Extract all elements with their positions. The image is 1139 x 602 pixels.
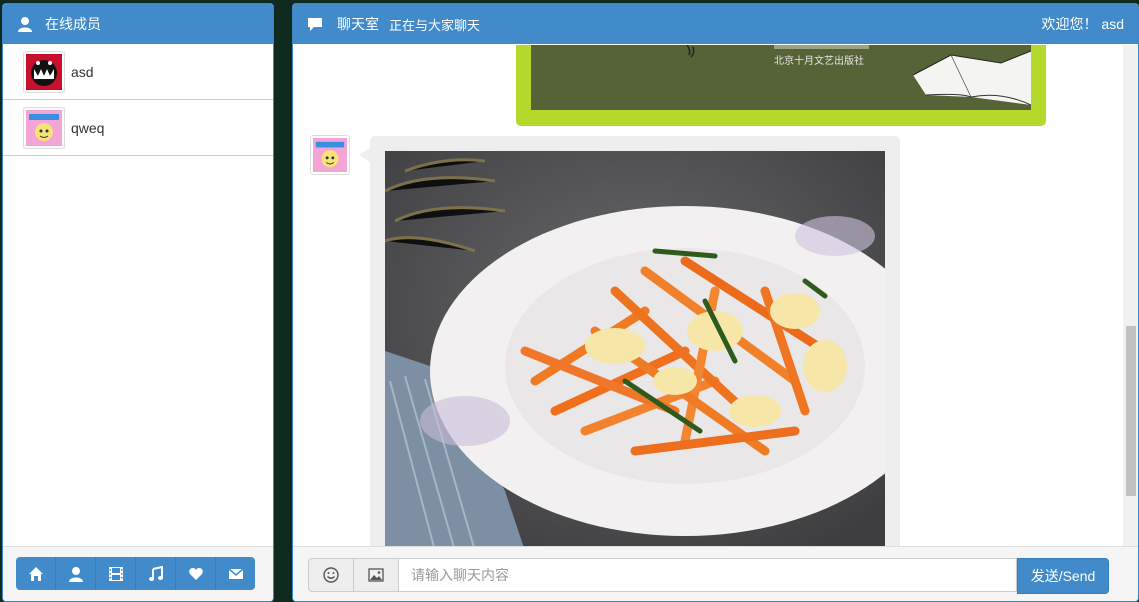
chat-title: 聊天室 [337, 16, 379, 32]
online-members-panel: 在线成员 asd qweq [2, 3, 274, 602]
smile-icon [323, 567, 339, 583]
home-button[interactable] [16, 557, 56, 590]
chat-panel-header: 聊天室 正在与大家聊天 欢迎您！ asd [293, 4, 1138, 44]
heart-icon [188, 567, 203, 580]
message-composer: 发送/Send [293, 546, 1138, 601]
message-input[interactable] [399, 558, 1017, 592]
book-cover-image[interactable]: 北京十月文艺出版社 [531, 45, 1031, 110]
toolbar-button-group [16, 557, 255, 590]
heart-button[interactable] [176, 557, 216, 590]
member-name: qweq [71, 119, 105, 136]
home-icon [28, 566, 43, 581]
avatar [23, 50, 65, 93]
avatar [310, 135, 350, 175]
food-photo[interactable] [385, 151, 885, 546]
members-toolbar [3, 546, 273, 601]
chat-room-panel: 聊天室 正在与大家聊天 欢迎您！ asd 北京十月文艺出版社 请输入聊天内容 发… [292, 3, 1139, 602]
comment-icon [308, 18, 322, 31]
member-name: asd [71, 63, 94, 80]
members-panel-title: 在线成员 [45, 16, 101, 32]
welcome-text: 欢迎您！ asd [1041, 16, 1124, 32]
composer-input-group: 发送/Send [308, 558, 1109, 594]
avatar [23, 106, 65, 149]
image-message-bubble [359, 136, 900, 546]
member-item[interactable]: asd [3, 44, 273, 100]
emoji-button[interactable] [308, 558, 354, 592]
user-button[interactable] [56, 557, 96, 590]
film-button[interactable] [96, 557, 136, 590]
image-upload-button[interactable] [354, 558, 399, 592]
chat-subtitle: 正在与大家聊天 [389, 17, 481, 33]
user-icon [68, 566, 83, 582]
music-button[interactable] [136, 557, 176, 590]
film-icon [108, 566, 123, 581]
envelope-button[interactable] [216, 557, 255, 590]
image-message-bubble: 北京十月文艺出版社 [516, 45, 1046, 126]
publisher-caption: 北京十月文艺出版社 [774, 56, 864, 67]
chat-scrollbar[interactable] [1123, 45, 1138, 546]
scrollbar-thumb[interactable] [1126, 326, 1136, 496]
send-button[interactable]: 发送/Send [1017, 558, 1109, 594]
message-list[interactable]: 北京十月文艺出版社 [293, 45, 1123, 546]
user-icon [18, 17, 32, 32]
member-item[interactable]: qweq [3, 100, 273, 156]
picture-icon [368, 568, 384, 582]
envelope-icon [228, 567, 243, 579]
members-panel-header: 在线成员 [3, 4, 273, 44]
music-icon [148, 565, 163, 581]
